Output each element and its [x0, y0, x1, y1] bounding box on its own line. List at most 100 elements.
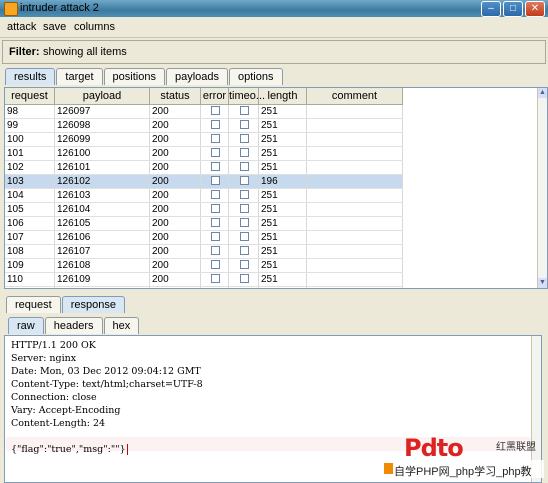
column-header-length[interactable]: length	[259, 88, 307, 104]
cell-request: 100	[5, 133, 55, 146]
watermark-caption: 自学PHP网_php学习_php教	[394, 466, 532, 478]
table-header: request payload status error timeo... le…	[5, 88, 403, 105]
table-row[interactable]: 106 126105 200 251	[5, 217, 403, 231]
cell-comment	[307, 189, 403, 202]
cell-length: 251	[259, 161, 307, 174]
cell-error	[201, 133, 229, 146]
cell-length: 251	[259, 273, 307, 286]
table-row[interactable]: 103 126102 200 196	[5, 175, 403, 189]
table-row[interactable]: 107 126106 200 251	[5, 231, 403, 245]
minimize-button[interactable]: –	[481, 1, 501, 17]
watermark-dot-icon	[384, 463, 393, 474]
column-header-timeout[interactable]: timeo...	[229, 88, 265, 104]
error-checkbox	[211, 246, 220, 255]
cell-status: 200	[150, 245, 201, 258]
cell-length: 251	[259, 217, 307, 230]
tab-response[interactable]: response	[61, 296, 125, 313]
cell-status: 200	[150, 203, 201, 216]
cell-error	[201, 259, 229, 272]
results-table: request payload status error timeo... le…	[4, 87, 548, 289]
tab-hex[interactable]: hex	[103, 317, 140, 334]
cell-status: 200	[150, 217, 201, 230]
tab-raw[interactable]: raw	[8, 317, 44, 334]
cell-timeout	[229, 147, 259, 160]
error-checkbox	[211, 260, 220, 269]
table-row[interactable]: 111126110200 251	[5, 287, 403, 289]
response-line: Date: Mon, 03 Dec 2012 09:04:12 GMT	[11, 366, 201, 377]
cell-status: 200	[150, 119, 201, 132]
response-line: {"flag":"true","msg":""}	[11, 444, 128, 455]
table-row[interactable]: 99 126098 200 251	[5, 119, 403, 133]
watermark-logo: Pdto	[404, 434, 464, 462]
cell-payload: 126110	[55, 287, 150, 288]
scroll-down-icon[interactable]: ▼	[538, 278, 547, 288]
column-header-payload[interactable]: payload	[55, 88, 150, 104]
cell-payload: 126108	[55, 259, 150, 272]
table-row[interactable]: 102 126101 200 251	[5, 161, 403, 175]
cell-payload: 126107	[55, 245, 150, 258]
column-header-request[interactable]: request	[5, 88, 55, 104]
menu-attack[interactable]: attack	[7, 21, 36, 33]
cell-timeout	[229, 161, 259, 174]
table-row[interactable]: 110 126109 200 251	[5, 273, 403, 287]
filter-bar[interactable]: Filter: showing all items	[2, 40, 546, 64]
cell-payload: 126109	[55, 273, 150, 286]
table-row[interactable]: 98 126097 200 251	[5, 105, 403, 119]
cell-comment	[307, 147, 403, 160]
tab-results[interactable]: results	[5, 68, 56, 85]
menu-save[interactable]: save	[43, 21, 66, 33]
timeout-checkbox	[240, 106, 249, 115]
close-button[interactable]: ✕	[525, 1, 545, 17]
response-line: Connection: close	[11, 392, 97, 403]
cell-status: 200	[150, 161, 201, 174]
column-header-comment[interactable]: comment	[307, 88, 403, 104]
cell-request: 104	[5, 189, 55, 202]
tab-target[interactable]: target	[56, 68, 103, 85]
column-header-status[interactable]: status	[150, 88, 201, 104]
cell-timeout	[229, 189, 259, 202]
text-caret	[126, 444, 128, 455]
timeout-checkbox	[240, 190, 249, 199]
error-checkbox	[211, 106, 220, 115]
table-row[interactable]: 108 126107 200 251	[5, 245, 403, 259]
response-line: HTTP/1.1 200 OK	[11, 340, 96, 351]
table-scrollbar[interactable]: ▲ ▼	[537, 88, 547, 288]
cell-timeout	[229, 203, 259, 216]
tab-headers[interactable]: headers	[44, 317, 103, 334]
tab-options[interactable]: options	[229, 68, 283, 85]
response-line: Content-Type: text/html;charset=UTF-8	[11, 379, 203, 390]
cell-payload: 126100	[55, 147, 150, 160]
cell-status: 200	[150, 259, 201, 272]
cell-length: 251	[259, 231, 307, 244]
table-row[interactable]: 104 126103 200 251	[5, 189, 403, 203]
table-row[interactable]: 101 126100 200 251	[5, 147, 403, 161]
cell-error	[201, 189, 229, 202]
response-line: Server: nginx	[11, 353, 77, 364]
menu-columns[interactable]: columns	[74, 21, 115, 33]
table-row[interactable]: 100 126099 200 251	[5, 133, 403, 147]
cell-comment	[307, 231, 403, 244]
timeout-checkbox	[240, 288, 249, 289]
error-checkbox	[211, 176, 220, 185]
cell-timeout	[229, 231, 259, 244]
tab-payloads[interactable]: payloads	[165, 68, 229, 85]
cell-payload: 126105	[55, 217, 150, 230]
scroll-up-icon[interactable]: ▲	[538, 88, 547, 98]
response-line: Content-Length: 24	[11, 418, 106, 429]
tab-positions[interactable]: positions	[103, 68, 165, 85]
column-header-error[interactable]: error	[201, 88, 229, 104]
cell-timeout	[229, 105, 259, 118]
table-row[interactable]: 105 126104 200 251	[5, 203, 403, 217]
tab-request[interactable]: request	[6, 296, 61, 313]
cell-request: 105	[5, 203, 55, 216]
cell-error	[201, 105, 229, 118]
cell-comment	[307, 133, 403, 146]
main-tabs: results target positions payloads option…	[5, 68, 284, 85]
cell-timeout	[229, 119, 259, 132]
timeout-checkbox	[240, 204, 249, 213]
cell-comment	[307, 161, 403, 174]
cell-request: 98	[5, 105, 55, 118]
table-row[interactable]: 109 126108 200 251	[5, 259, 403, 273]
cell-status: 200	[150, 231, 201, 244]
maximize-button[interactable]: □	[503, 1, 523, 17]
